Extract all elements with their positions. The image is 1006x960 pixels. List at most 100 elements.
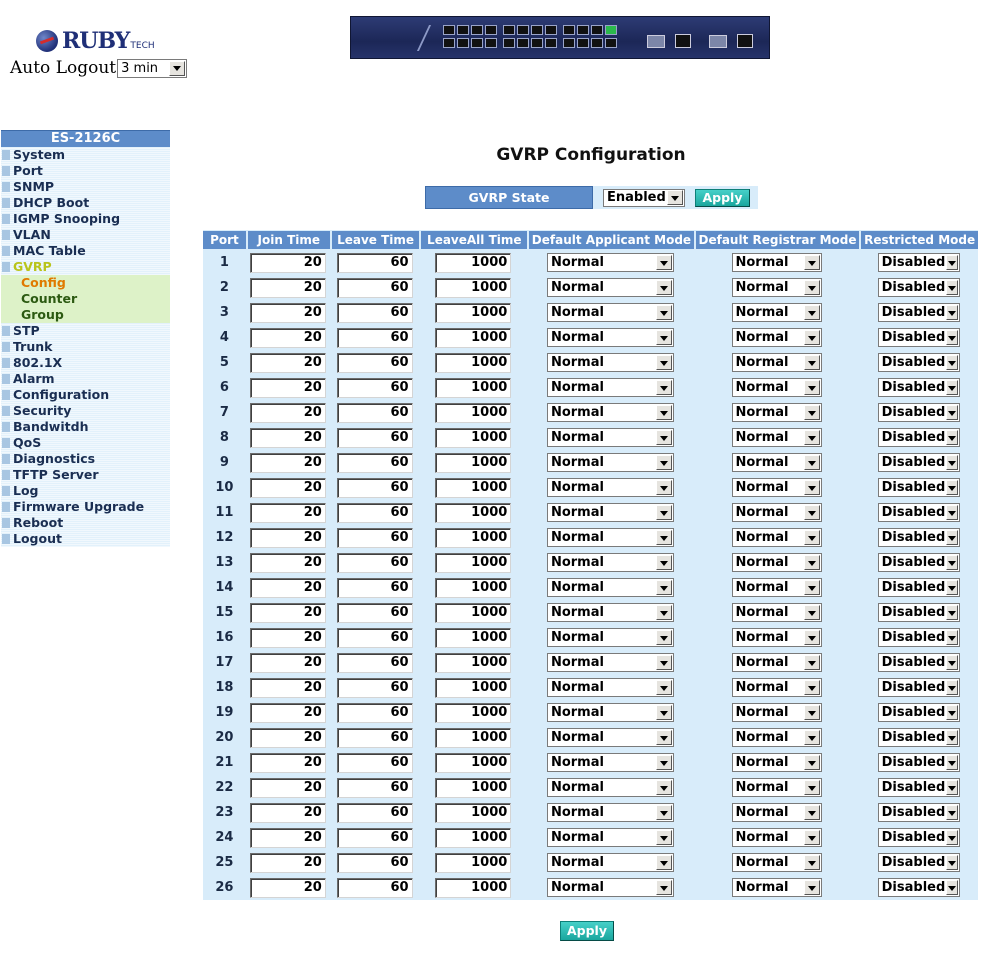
dropdown-arrow-icon[interactable] (803, 455, 820, 470)
leave-time-input[interactable]: 60 (336, 777, 413, 798)
sidebar-item-mac-table[interactable]: MAC Table (1, 243, 170, 259)
applicant-mode-select[interactable]: Normal (546, 328, 674, 347)
restricted-mode-select[interactable]: Disabled (877, 828, 960, 847)
leave-time-input[interactable]: 60 (336, 302, 413, 323)
restricted-mode-select[interactable]: Disabled (877, 378, 960, 397)
dropdown-arrow-icon[interactable] (946, 480, 958, 495)
sidebar-item-reboot[interactable]: Reboot (1, 515, 170, 531)
applicant-mode-select[interactable]: Normal (546, 778, 674, 797)
applicant-mode-select[interactable]: Normal (546, 828, 674, 847)
leaveall-time-input[interactable]: 1000 (435, 677, 512, 698)
leaveall-time-input[interactable]: 1000 (435, 302, 512, 323)
dropdown-arrow-icon[interactable] (946, 655, 958, 670)
registrar-mode-select[interactable]: Normal (731, 803, 822, 822)
join-time-input[interactable]: 20 (249, 502, 326, 523)
dropdown-arrow-icon[interactable] (655, 580, 672, 595)
dropdown-arrow-icon[interactable] (946, 855, 958, 870)
restricted-mode-select[interactable]: Disabled (877, 603, 960, 622)
leave-time-input[interactable]: 60 (336, 577, 413, 598)
dropdown-arrow-icon[interactable] (946, 580, 958, 595)
registrar-mode-select[interactable]: Normal (731, 828, 822, 847)
registrar-mode-select[interactable]: Normal (731, 728, 822, 747)
registrar-mode-select[interactable]: Normal (731, 678, 822, 697)
dropdown-arrow-icon[interactable] (655, 780, 672, 795)
join-time-input[interactable]: 20 (249, 452, 326, 473)
dropdown-arrow-icon[interactable] (655, 330, 672, 345)
registrar-mode-select[interactable]: Normal (731, 753, 822, 772)
dropdown-arrow-icon[interactable] (655, 855, 672, 870)
registrar-mode-select[interactable]: Normal (731, 478, 822, 497)
join-time-input[interactable]: 20 (249, 527, 326, 548)
join-time-input[interactable]: 20 (249, 777, 326, 798)
gvrp-state-select[interactable]: Enabled (603, 188, 685, 207)
leaveall-time-input[interactable]: 1000 (435, 452, 512, 473)
dropdown-arrow-icon[interactable] (655, 705, 672, 720)
join-time-input[interactable]: 20 (249, 627, 326, 648)
leaveall-time-input[interactable]: 1000 (435, 777, 512, 798)
dropdown-arrow-icon[interactable] (803, 555, 820, 570)
join-time-input[interactable]: 20 (249, 702, 326, 723)
restricted-mode-select[interactable]: Disabled (877, 428, 960, 447)
leave-time-input[interactable]: 60 (336, 727, 413, 748)
join-time-input[interactable]: 20 (249, 477, 326, 498)
applicant-mode-select[interactable]: Normal (546, 528, 674, 547)
dropdown-arrow-icon[interactable] (655, 730, 672, 745)
dropdown-arrow-icon[interactable] (803, 855, 820, 870)
applicant-mode-select[interactable]: Normal (546, 503, 674, 522)
sidebar-item-gvrp[interactable]: GVRP (1, 259, 170, 275)
registrar-mode-select[interactable]: Normal (731, 628, 822, 647)
join-time-input[interactable]: 20 (249, 427, 326, 448)
applicant-mode-select[interactable]: Normal (546, 628, 674, 647)
join-time-input[interactable]: 20 (249, 277, 326, 298)
apply-button-top[interactable]: Apply (695, 188, 750, 207)
dropdown-arrow-icon[interactable] (803, 580, 820, 595)
restricted-mode-select[interactable]: Disabled (877, 253, 960, 272)
dropdown-arrow-icon[interactable] (655, 805, 672, 820)
leaveall-time-input[interactable]: 1000 (435, 627, 512, 648)
applicant-mode-select[interactable]: Normal (546, 428, 674, 447)
restricted-mode-select[interactable]: Disabled (877, 403, 960, 422)
restricted-mode-select[interactable]: Disabled (877, 753, 960, 772)
dropdown-arrow-icon[interactable] (803, 630, 820, 645)
dropdown-arrow-icon[interactable] (803, 705, 820, 720)
registrar-mode-select[interactable]: Normal (731, 453, 822, 472)
restricted-mode-select[interactable]: Disabled (877, 803, 960, 822)
dropdown-arrow-icon[interactable] (803, 255, 820, 270)
dropdown-arrow-icon[interactable] (946, 380, 958, 395)
join-time-input[interactable]: 20 (249, 552, 326, 573)
dropdown-arrow-icon[interactable] (946, 255, 958, 270)
dropdown-arrow-icon[interactable] (946, 780, 958, 795)
sidebar-item-bandwidth[interactable]: Bandwitdh (1, 419, 170, 435)
dropdown-arrow-icon[interactable] (803, 830, 820, 845)
sidebar-item-stp[interactable]: STP (1, 323, 170, 339)
restricted-mode-select[interactable]: Disabled (877, 303, 960, 322)
dropdown-arrow-icon[interactable] (803, 430, 820, 445)
leave-time-input[interactable]: 60 (336, 527, 413, 548)
registrar-mode-select[interactable]: Normal (731, 303, 822, 322)
registrar-mode-select[interactable]: Normal (731, 703, 822, 722)
leave-time-input[interactable]: 60 (336, 452, 413, 473)
restricted-mode-select[interactable]: Disabled (877, 503, 960, 522)
dropdown-arrow-icon[interactable] (803, 680, 820, 695)
dropdown-arrow-icon[interactable] (655, 430, 672, 445)
leave-time-input[interactable]: 60 (336, 377, 413, 398)
sidebar-item-port[interactable]: Port (1, 163, 170, 179)
dropdown-arrow-icon[interactable] (803, 380, 820, 395)
dropdown-arrow-icon[interactable] (946, 455, 958, 470)
dropdown-arrow-icon[interactable] (803, 530, 820, 545)
registrar-mode-select[interactable]: Normal (731, 503, 822, 522)
applicant-mode-select[interactable]: Normal (546, 728, 674, 747)
applicant-mode-select[interactable]: Normal (546, 478, 674, 497)
join-time-input[interactable]: 20 (249, 302, 326, 323)
dropdown-arrow-icon[interactable] (655, 505, 672, 520)
leave-time-input[interactable]: 60 (336, 652, 413, 673)
applicant-mode-select[interactable]: Normal (546, 853, 674, 872)
applicant-mode-select[interactable]: Normal (546, 253, 674, 272)
dropdown-arrow-icon[interactable] (803, 880, 820, 895)
sidebar-item-8021x[interactable]: 802.1X (1, 355, 170, 371)
dropdown-arrow-icon[interactable] (946, 680, 958, 695)
leaveall-time-input[interactable]: 1000 (435, 502, 512, 523)
registrar-mode-select[interactable]: Normal (731, 403, 822, 422)
dropdown-arrow-icon[interactable] (655, 880, 672, 895)
restricted-mode-select[interactable]: Disabled (877, 278, 960, 297)
